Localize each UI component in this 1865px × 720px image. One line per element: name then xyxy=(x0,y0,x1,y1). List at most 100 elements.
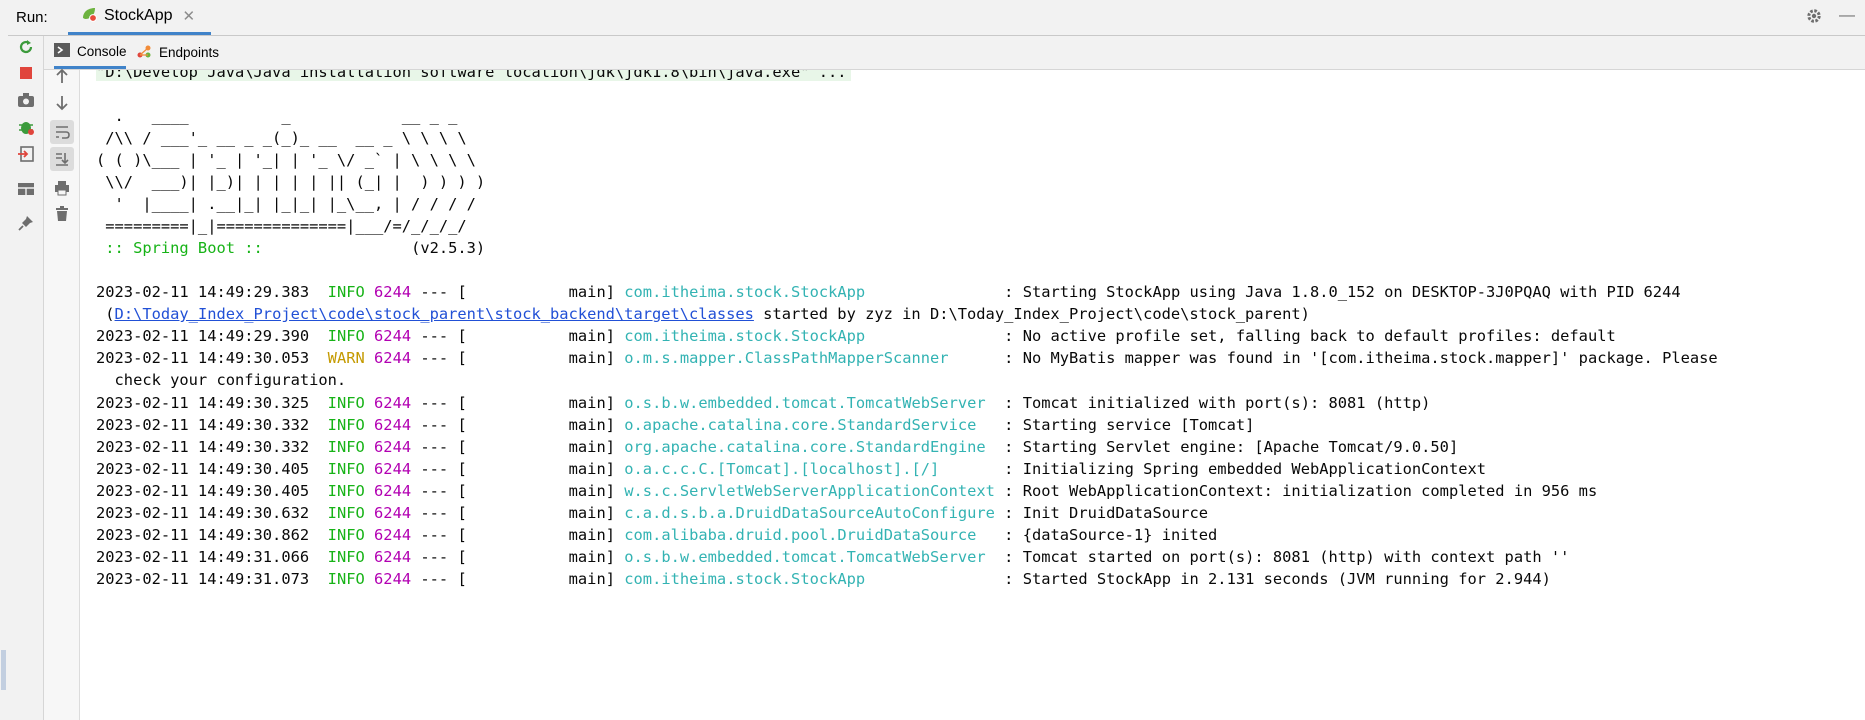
scroll-to-end-icon[interactable] xyxy=(50,147,74,171)
banner-line: \\/ ___)| |_)| | | | | || (_| | ) ) ) ) xyxy=(96,173,486,191)
gear-icon[interactable] xyxy=(1805,7,1823,30)
log-pid: 6244 xyxy=(374,437,412,456)
log-thread: main xyxy=(568,393,606,412)
close-icon[interactable]: ✕ xyxy=(182,7,195,25)
log-line: 2023-02-11 14:49:29.390 INFO 6244 --- [ … xyxy=(96,327,1616,346)
log-pid: 6244 xyxy=(374,481,412,500)
log-level: INFO xyxy=(327,570,365,589)
java-command: "D:\Develop Java\Java installation softw… xyxy=(96,70,851,81)
log-message: No MyBatis mapper was found in '[com.ith… xyxy=(1022,349,1718,368)
log-message: No active profile set, falling back to d… xyxy=(1022,327,1616,346)
log-message: Starting Servlet engine: [Apache Tomcat/… xyxy=(1022,437,1459,456)
log-thread: main xyxy=(568,437,606,456)
run-toolwindow-header: Run: StockApp ✕ — xyxy=(8,0,1865,36)
log-continuation-suffix: started by zyz in D:\Today_Index_Project… xyxy=(753,305,1310,324)
debug-icon[interactable] xyxy=(15,116,37,138)
log-logger: o.m.s.mapper.ClassPathMapperScanner xyxy=(624,349,949,368)
log-pid: 6244 xyxy=(374,393,412,412)
log-line: 2023-02-11 14:49:31.066 INFO 6244 --- [ … xyxy=(96,548,1570,567)
tab-endpoints[interactable]: Endpoints xyxy=(136,36,219,69)
log-message: Tomcat started on port(s): 8081 (http) w… xyxy=(1022,548,1570,567)
exit-icon[interactable] xyxy=(15,143,37,165)
log-message: Starting service [Tomcat] xyxy=(1022,415,1255,434)
log-message: Starting StockApp using Java 1.8.0_152 o… xyxy=(1022,283,1681,301)
log-thread: main xyxy=(568,526,606,545)
log-logger: c.a.d.s.b.a.DruidDataSourceAutoConfigure xyxy=(624,504,995,522)
log-thread: main xyxy=(568,349,606,368)
spring-boot-version: (v2.5.3) xyxy=(411,239,486,257)
log-continuation-line: check your configuration. xyxy=(96,369,347,391)
log-line: 2023-02-11 14:49:30.332 INFO 6244 --- [ … xyxy=(96,437,1459,456)
log-line: 2023-02-11 14:49:30.332 INFO 6244 --- [ … xyxy=(96,415,1255,434)
log-line: 2023-02-11 14:49:30.862 INFO 6244 --- [ … xyxy=(96,526,1218,545)
log-level: INFO xyxy=(327,393,365,412)
log-pid: 6244 xyxy=(374,283,412,301)
console-icon xyxy=(54,42,70,60)
log-pid: 6244 xyxy=(374,526,412,545)
log-thread: main xyxy=(568,504,606,522)
log-line: 2023-02-11 14:49:30.405 INFO 6244 --- [ … xyxy=(96,459,1487,478)
log-timestamp: 2023-02-11 14:49:30.862 xyxy=(96,526,310,545)
log-level: INFO xyxy=(327,415,365,434)
log-pid: 6244 xyxy=(374,548,412,567)
log-timestamp: 2023-02-11 14:49:30.325 xyxy=(96,393,310,412)
stop-icon[interactable] xyxy=(15,62,37,84)
log-line: 2023-02-11 14:49:31.073 INFO 6244 --- [ … xyxy=(96,570,1551,589)
log-level: INFO xyxy=(327,526,365,545)
log-thread: main xyxy=(568,327,606,346)
log-level: INFO xyxy=(327,437,365,456)
spring-boot-version-line: :: Spring Boot :: (v2.5.3) xyxy=(96,237,485,259)
banner-line: . ____ _ __ _ _ xyxy=(96,107,458,125)
log-message: {dataSource-1} inited xyxy=(1022,526,1218,545)
spring-boot-label: :: Spring Boot :: xyxy=(96,239,273,257)
log-pid: 6244 xyxy=(374,459,412,478)
log-timestamp: 2023-02-11 14:49:31.073 xyxy=(96,570,310,589)
log-logger: com.itheima.stock.StockApp xyxy=(624,570,866,589)
banner-line: =========|_|==============|___/=/_/_/_/ xyxy=(96,217,467,235)
log-timestamp: 2023-02-11 14:49:29.383 xyxy=(96,283,310,301)
log-logger: o.a.c.c.C.[Tomcat].[localhost].[/] xyxy=(624,459,940,478)
log-logger: o.apache.catalina.core.StandardService xyxy=(624,415,977,434)
tab-console-label: Console xyxy=(77,43,127,59)
log-level: INFO xyxy=(327,548,365,567)
log-pid: 6244 xyxy=(374,570,412,589)
log-message: Root WebApplicationContext: initializati… xyxy=(1022,481,1598,500)
log-thread: main xyxy=(568,481,606,500)
log-message: Tomcat initialized with port(s): 8081 (h… xyxy=(1022,393,1431,412)
log-logger: o.s.b.w.embedded.tomcat.TomcatWebServer xyxy=(624,393,986,412)
log-line: 2023-02-11 14:49:30.632 INFO 6244 --- [ … xyxy=(96,504,1209,522)
run-tab-label: StockApp xyxy=(104,7,173,24)
log-level: WARN xyxy=(327,349,365,368)
run-left-toolbar xyxy=(8,36,44,720)
rerun-icon[interactable] xyxy=(15,36,37,58)
print-icon[interactable] xyxy=(50,176,74,200)
camera-icon[interactable] xyxy=(15,89,37,111)
layout-icon[interactable] xyxy=(15,178,37,200)
pin-icon[interactable] xyxy=(15,212,37,234)
log-timestamp: 2023-02-11 14:49:30.332 xyxy=(96,415,310,434)
minimize-icon[interactable]: — xyxy=(1839,7,1855,25)
log-level: INFO xyxy=(327,481,365,500)
console-output[interactable]: "D:\Develop Java\Java installation softw… xyxy=(80,70,1865,720)
up-arrow-icon[interactable] xyxy=(50,64,74,88)
log-thread: main xyxy=(568,459,606,478)
log-continuation-text: check your configuration. xyxy=(96,371,347,390)
log-continuation-prefix: ( xyxy=(96,305,115,324)
trash-icon[interactable] xyxy=(50,202,74,226)
classpath-link[interactable]: D:\Today_Index_Project\code\stock_parent… xyxy=(115,305,754,323)
log-thread: main xyxy=(568,548,606,567)
log-line: 2023-02-11 14:49:29.383 INFO 6244 --- [ … xyxy=(96,283,1681,301)
log-pid: 6244 xyxy=(374,349,412,368)
log-timestamp: 2023-02-11 14:49:30.332 xyxy=(96,437,310,456)
run-subtabs: Console Endpoints xyxy=(44,36,1865,70)
down-arrow-icon[interactable] xyxy=(50,91,74,115)
run-tab-stockapp[interactable]: StockApp ✕ xyxy=(68,0,211,35)
log-message: Started StockApp in 2.131 seconds (JVM r… xyxy=(1022,570,1551,589)
soft-wrap-icon[interactable] xyxy=(50,120,74,144)
log-logger: com.alibaba.druid.pool.DruidDataSource xyxy=(624,526,977,545)
banner-line: ( ( )\___ | '_ | '_| | '_ \/ _` | \ \ \ … xyxy=(96,151,476,169)
log-timestamp: 2023-02-11 14:49:29.390 xyxy=(96,327,310,346)
tab-endpoints-label: Endpoints xyxy=(159,45,220,60)
log-level: INFO xyxy=(327,459,365,478)
run-label: Run: xyxy=(16,9,48,26)
